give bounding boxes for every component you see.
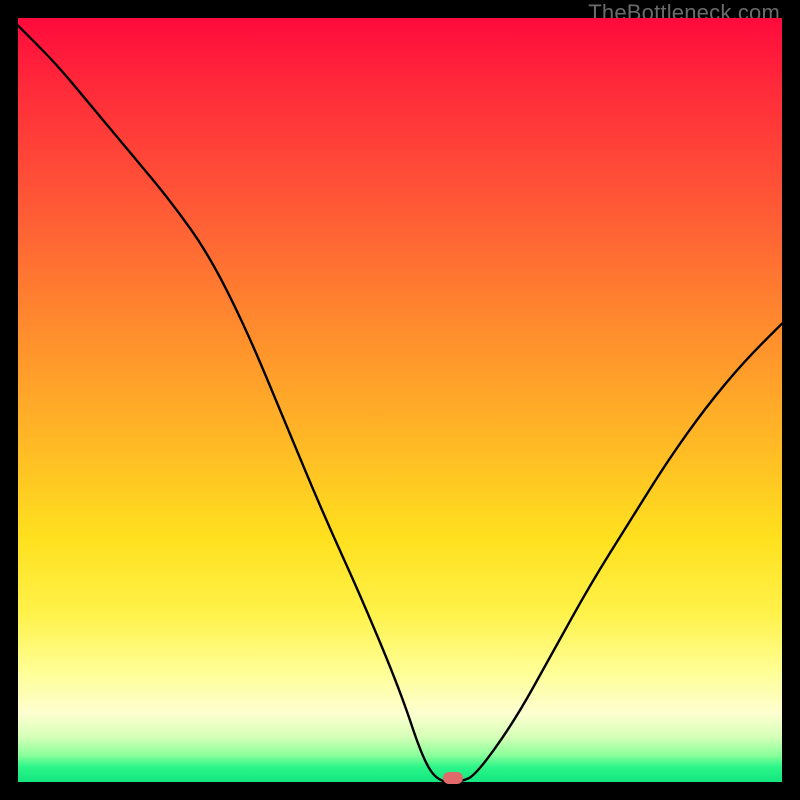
bottleneck-curve xyxy=(18,18,782,782)
chart-frame: TheBottleneck.com xyxy=(0,0,800,800)
min-marker xyxy=(443,772,463,784)
plot-area xyxy=(18,18,782,782)
